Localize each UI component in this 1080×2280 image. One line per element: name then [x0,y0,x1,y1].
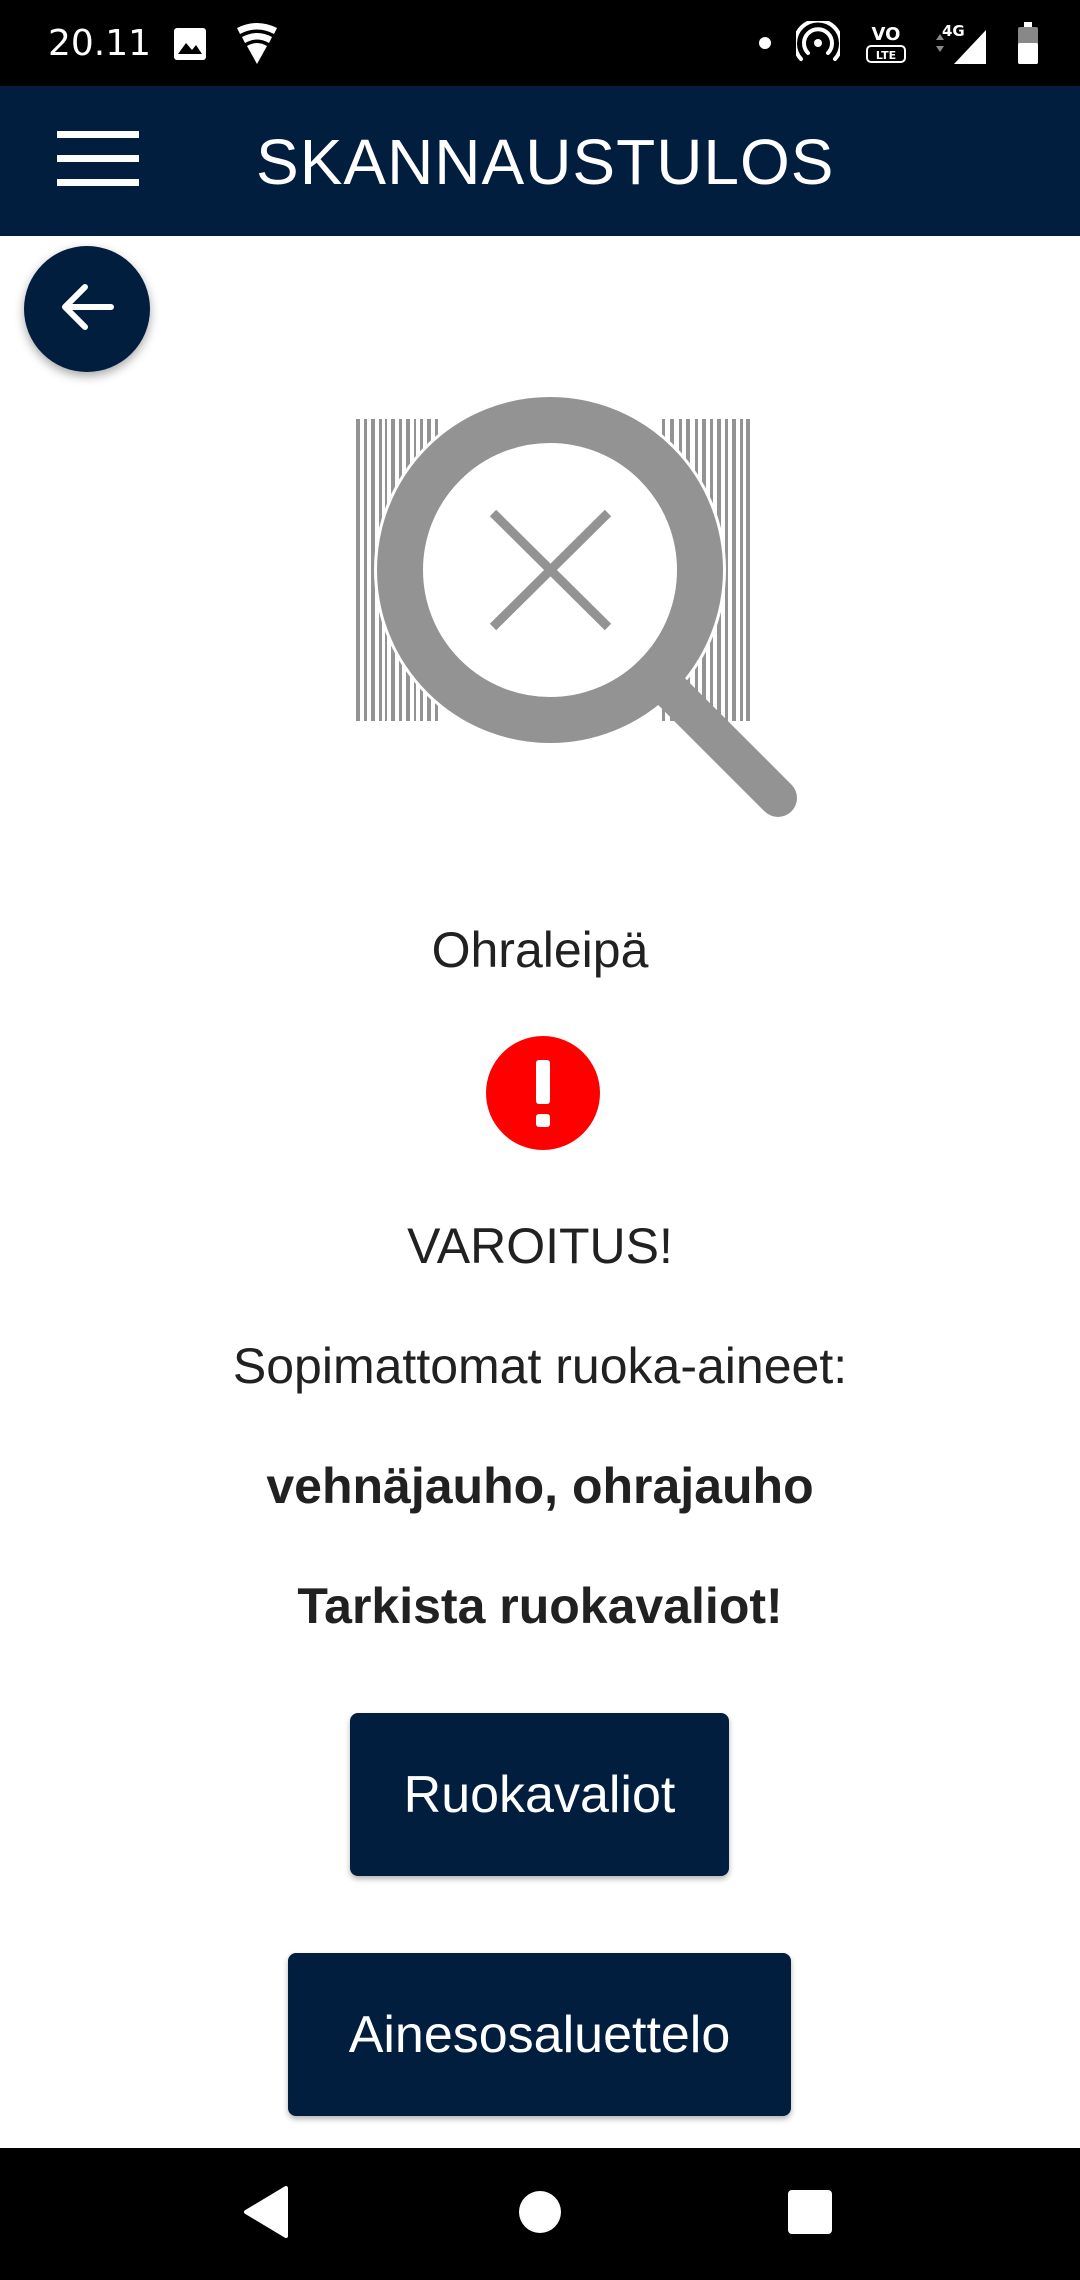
warning-title: VAROITUS! [407,1218,673,1274]
nav-recents-button[interactable] [770,2174,850,2254]
image-icon [172,26,208,62]
status-bar: 20.11 VO LTE 4G [0,0,1080,86]
diets-button[interactable]: Ruokavaliot [350,1713,729,1876]
navigation-bar [0,2148,1080,2280]
nav-back-button[interactable] [226,2174,306,2254]
check-diets-note: Tarkista ruokavaliot! [297,1578,783,1634]
nav-recents-icon [787,2189,833,2239]
ingredients-list-button[interactable]: Ainesosaluettelo [288,1953,791,2116]
barcode-not-found-icon [350,394,800,835]
svg-text:4G: 4G [942,22,965,40]
menu-button[interactable] [40,118,156,204]
status-right-icons: VO LTE 4G [758,18,1040,68]
4g-signal-icon: 4G [932,20,992,66]
exclamation-circle-icon [486,1036,600,1150]
back-button[interactable] [24,246,150,372]
unsuitable-ingredients-label: Sopimattomat ruoka-aineet: [232,1338,848,1394]
product-name: Ohraleipä [431,922,649,978]
shield-signal-icon [234,22,280,66]
volte-icon: VO LTE [864,20,908,66]
status-time: 20.11 [48,23,152,64]
svg-text:VO: VO [872,24,901,45]
hotspot-icon [796,21,840,65]
notification-dot-icon [758,36,772,50]
nav-home-icon [517,2189,563,2239]
hamburger-menu-icon [57,131,139,191]
status-left-icons [172,22,280,66]
unsuitable-ingredients-list: vehnäjauho, ohrajauho [266,1458,814,1514]
page-title: SKANNAUSTULOS [256,126,835,198]
scan-result-screen: 20.11 VO LTE 4G SKANNAUSTULOS Ohraleipä … [0,0,1080,2280]
nav-home-button[interactable] [500,2174,580,2254]
battery-icon [1016,21,1040,65]
nav-back-icon [242,2186,290,2242]
svg-text:LTE: LTE [876,49,896,62]
arrow-left-icon [59,283,115,335]
app-bar: SKANNAUSTULOS [0,86,1080,236]
